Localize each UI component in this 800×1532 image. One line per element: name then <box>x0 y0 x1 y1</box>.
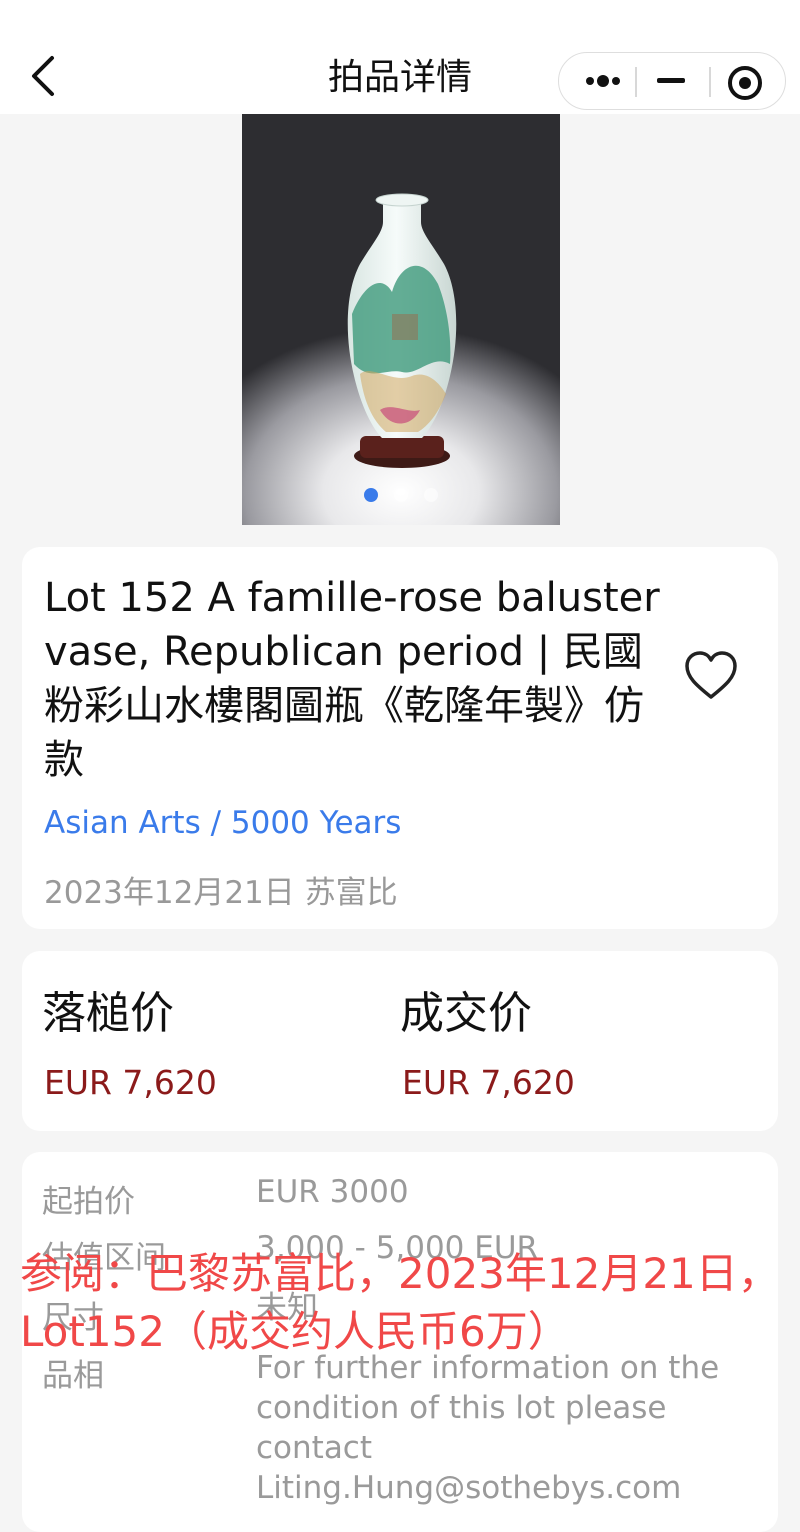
starting-price-label: 起拍价 <box>42 1184 135 1220</box>
carousel-indicator <box>242 487 560 506</box>
price-card: 落槌价 EUR 7,620 成交价 EUR 7,620 <box>22 951 778 1131</box>
carousel-dot-active[interactable] <box>364 488 378 502</box>
carousel-dot[interactable] <box>424 488 438 502</box>
reference-annotation: 参阅：巴黎苏富比，2023年12月21日，Lot152（成交约人民币6万） <box>20 1249 780 1356</box>
lot-info-card: Lot 152 A famille-rose baluster vase, Re… <box>22 547 778 929</box>
sold-price-value: EUR 7,620 <box>402 1063 575 1102</box>
starting-price-value: EUR 3000 <box>256 1174 409 1210</box>
hammer-price-value: EUR 7,620 <box>44 1063 217 1102</box>
carousel-dot[interactable] <box>394 488 408 502</box>
minimize-icon[interactable] <box>637 53 711 109</box>
hammer-price-label: 落槌价 <box>42 988 174 1039</box>
more-icon[interactable] <box>563 53 637 109</box>
lot-image-carousel[interactable] <box>242 114 560 525</box>
auction-date-house: 2023年12月21日 苏富比 <box>44 875 398 911</box>
close-target-icon[interactable] <box>711 53 785 109</box>
lot-category-link[interactable]: Asian Arts / 5000 Years <box>44 805 401 841</box>
favorite-heart-icon[interactable] <box>682 647 740 705</box>
vase-image <box>347 193 457 468</box>
mini-program-capsule <box>558 52 786 110</box>
sold-price-label: 成交价 <box>400 988 532 1039</box>
lot-title: Lot 152 A famille-rose baluster vase, Re… <box>44 575 660 783</box>
condition-value: For further information on the condition… <box>256 1350 720 1506</box>
navbar: 拍品详情 <box>0 0 800 114</box>
